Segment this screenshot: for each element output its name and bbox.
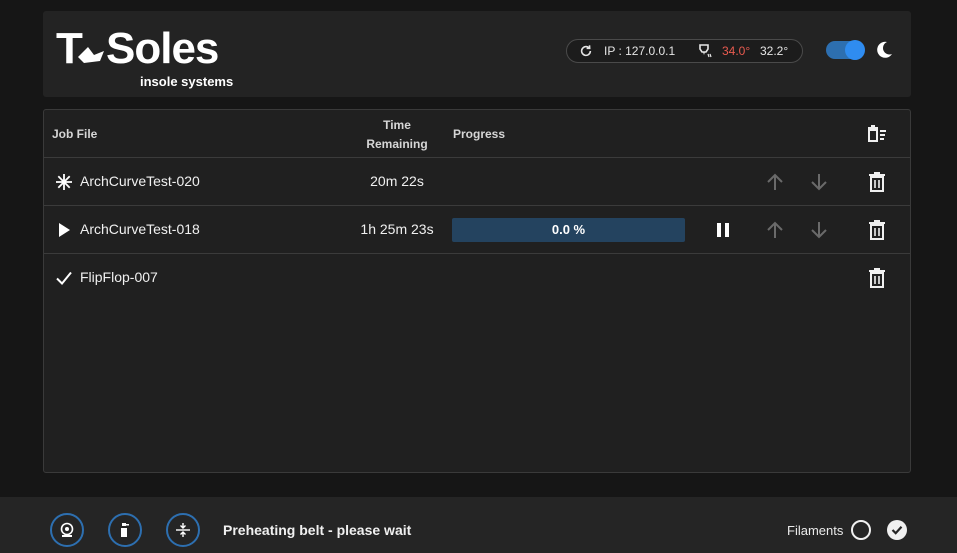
toggle-knob <box>845 40 865 60</box>
pause-button[interactable] <box>712 219 734 241</box>
column-header-progress: Progress <box>453 127 506 141</box>
trash-icon <box>869 268 885 288</box>
connection-status: IP : 127.0.0.1 34.0° 32.2° <box>566 39 803 63</box>
ip-address: IP : 127.0.0.1 <box>604 44 676 58</box>
arrow-down-icon <box>811 222 827 239</box>
arrow-down-icon <box>811 174 827 191</box>
delete-job-button[interactable] <box>866 267 888 289</box>
footer-bar: Preheating belt - please wait Filaments <box>0 497 957 553</box>
job-row: FlipFlop-007 <box>44 254 910 301</box>
nozzle-temp-icon <box>699 44 712 58</box>
job-name: ArchCurveTest-018 <box>80 221 200 237</box>
moon-icon <box>877 41 892 58</box>
delete-job-button[interactable] <box>866 171 888 193</box>
header-bar: T Soles insole systems IP : 127.0.0.1 34… <box>43 11 911 97</box>
logo-graphic: T Soles <box>56 24 219 73</box>
dark-mode-toggle[interactable] <box>826 40 865 60</box>
spray-icon <box>121 523 129 537</box>
column-header-time-line2: Remaining <box>366 137 428 151</box>
job-time-remaining: 1h 25m 23s <box>360 221 434 237</box>
pause-icon <box>717 223 729 237</box>
trash-icon <box>869 220 885 240</box>
move-up-button[interactable] <box>764 219 786 241</box>
move-down-button[interactable] <box>808 171 830 193</box>
compress-button[interactable] <box>166 513 200 547</box>
refresh-icon[interactable] <box>579 44 593 58</box>
move-up-button[interactable] <box>764 171 786 193</box>
progress-label: 0.0 % <box>551 222 586 237</box>
job-row: ArchCurveTest-020 20m 22s <box>44 158 910 206</box>
filament-option-checked[interactable] <box>887 520 907 540</box>
check-icon <box>891 526 903 535</box>
camera-button[interactable] <box>50 513 84 547</box>
bed-temperature: 32.2° <box>760 44 789 58</box>
job-time-remaining: 20m 22s <box>370 173 424 189</box>
clear-list-icon <box>868 125 886 142</box>
job-name: FlipFlop-007 <box>80 269 158 285</box>
arrow-up-icon <box>767 221 783 238</box>
camera-icon <box>60 522 74 537</box>
spray-button[interactable] <box>108 513 142 547</box>
trash-icon <box>869 172 885 192</box>
move-down-button[interactable] <box>808 219 830 241</box>
logo: T Soles insole systems <box>56 24 256 89</box>
logo-subtitle: insole systems <box>140 74 234 89</box>
column-header-time-line1: Time <box>383 118 411 132</box>
svg-text:Soles: Soles <box>106 25 218 73</box>
column-header-time: Time Remaining <box>344 118 450 151</box>
clear-queue-button[interactable] <box>866 123 888 145</box>
nozzle-temperature: 34.0° <box>722 44 751 58</box>
check-icon <box>56 271 72 285</box>
filament-option-unchecked[interactable] <box>851 520 871 540</box>
compress-icon <box>176 523 190 537</box>
arrow-up-icon <box>767 173 783 190</box>
job-row: ArchCurveTest-018 1h 25m 23s 0.0 % <box>44 206 910 254</box>
column-header-job-file: Job File <box>52 127 98 141</box>
asterisk-icon <box>56 174 72 190</box>
job-queue-panel: Job File Time Remaining Progress ArchCur… <box>43 109 911 473</box>
delete-job-button[interactable] <box>866 219 888 241</box>
job-name: ArchCurveTest-020 <box>80 173 200 189</box>
svg-text:T: T <box>56 25 83 73</box>
status-message: Preheating belt - please wait <box>223 522 412 538</box>
play-icon <box>59 223 70 237</box>
filaments-label: Filaments <box>787 523 844 538</box>
progress-bar: 0.0 % <box>452 218 685 242</box>
